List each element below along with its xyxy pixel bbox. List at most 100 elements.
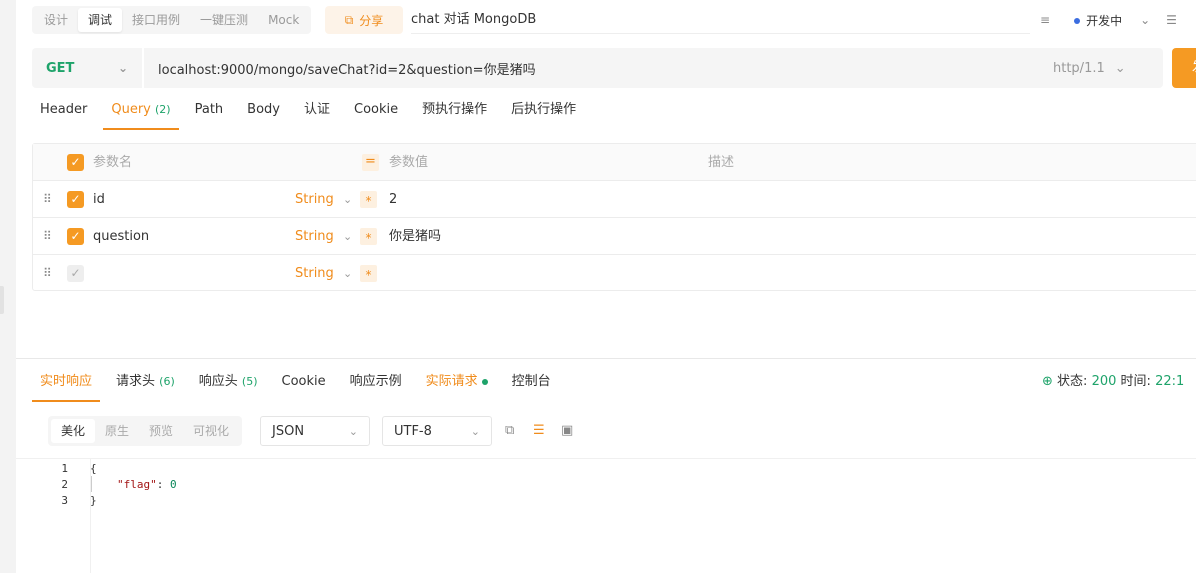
drag-handle-icon[interactable]: ⠿ bbox=[43, 192, 52, 206]
edit-lines-icon[interactable]: ≡ bbox=[1040, 13, 1050, 27]
col-description: 描述 bbox=[708, 155, 735, 170]
param-name[interactable]: question bbox=[93, 218, 149, 255]
environment-dot-icon bbox=[1074, 18, 1081, 24]
line-number: 2 bbox=[61, 478, 68, 491]
indent-guide bbox=[91, 476, 92, 492]
response-tabs: 实时响应 请求头 (6) 响应头 (5) Cookie 响应示例 实际请求 控制… bbox=[32, 364, 567, 402]
tab-request-headers-label: 请求头 bbox=[116, 374, 156, 389]
chevron-down-icon[interactable]: ⌄ bbox=[1140, 13, 1150, 27]
tab-design[interactable]: 设计 bbox=[34, 8, 78, 32]
param-type[interactable]: String bbox=[295, 181, 334, 218]
tab-stress-test[interactable]: 一键压测 bbox=[190, 8, 258, 32]
table-row: ⠿ ✓ id String ⌄ * 2 bbox=[33, 181, 1196, 218]
response-time: 22:1 bbox=[1155, 374, 1185, 389]
line-number-gutter: 1 2 3 bbox=[16, 459, 91, 573]
request-url-bar: GET ⌄ localhost:9000/mongo/saveChat?id=2… bbox=[32, 48, 1163, 88]
row-checkbox[interactable]: ✓ bbox=[67, 265, 84, 282]
tab-test-cases[interactable]: 接口用例 bbox=[122, 8, 190, 32]
http-version-select[interactable]: http/1.1 ⌄ bbox=[1053, 61, 1163, 76]
code-line: } bbox=[90, 494, 97, 507]
share-label: 分享 bbox=[359, 13, 384, 28]
select-all-checkbox[interactable]: ✓ bbox=[67, 154, 84, 171]
save-icon[interactable]: ▣ bbox=[561, 423, 573, 438]
tab-console[interactable]: 控制台 bbox=[504, 364, 559, 402]
json-value: 0 bbox=[170, 478, 177, 491]
status-code: 200 bbox=[1091, 374, 1117, 389]
wrap-lines-icon[interactable]: ☰ bbox=[533, 423, 545, 438]
http-version-label: http/1.1 bbox=[1053, 60, 1105, 76]
method-select[interactable]: GET ⌄ bbox=[32, 48, 144, 88]
tab-cookie[interactable]: Cookie bbox=[346, 92, 406, 130]
chevron-down-icon: ⌄ bbox=[1114, 60, 1126, 76]
code-line: "flag": 0 bbox=[117, 478, 177, 491]
api-name-input[interactable]: chat 对话 MongoDB bbox=[411, 6, 1030, 34]
chevron-down-icon[interactable]: ⌄ bbox=[343, 218, 352, 255]
tab-post-script[interactable]: 后执行操作 bbox=[503, 92, 584, 130]
chevron-down-icon: ⌄ bbox=[117, 61, 128, 75]
tab-body[interactable]: Body bbox=[239, 92, 288, 130]
param-type[interactable]: String bbox=[295, 255, 334, 292]
tab-cookie[interactable]: Cookie bbox=[274, 364, 334, 402]
top-right-controls: ≡ 开发中 ⌄ ☰ bbox=[1040, 6, 1177, 34]
api-debug-page: 设计 调试 接口用例 一键压测 Mock ⧉ 分享 chat 对话 MongoD… bbox=[0, 0, 1196, 573]
param-type[interactable]: String bbox=[295, 218, 334, 255]
format-tabs: 美化 原生 预览 可视化 bbox=[48, 416, 243, 446]
tab-path[interactable]: Path bbox=[187, 92, 232, 130]
tab-visualize[interactable]: 可视化 bbox=[183, 419, 239, 443]
list-menu-icon[interactable]: ☰ bbox=[1166, 13, 1177, 27]
tab-pretty[interactable]: 美化 bbox=[51, 419, 96, 443]
sidebar-resize-handle[interactable] bbox=[0, 286, 4, 314]
param-value[interactable]: 你是猪吗 bbox=[389, 218, 441, 255]
environment-selector[interactable]: 开发中 bbox=[1074, 12, 1122, 29]
tab-auth[interactable]: 认证 bbox=[296, 92, 338, 130]
tab-response-headers[interactable]: 响应头 (5) bbox=[191, 364, 266, 402]
row-checkbox[interactable]: ✓ bbox=[67, 191, 84, 208]
tab-header[interactable]: Header bbox=[32, 92, 95, 130]
required-star-icon[interactable]: * bbox=[360, 228, 377, 245]
tab-request-headers-count: (6) bbox=[159, 375, 175, 388]
url-input[interactable]: localhost:9000/mongo/saveChat?id=2&quest… bbox=[144, 59, 1053, 78]
drag-handle-icon[interactable]: ⠿ bbox=[43, 266, 52, 280]
param-tabs: Header Query (2) Path Body 认证 Cookie 预执行… bbox=[32, 92, 592, 130]
tab-mock[interactable]: Mock bbox=[258, 8, 309, 32]
drag-handle-icon[interactable]: ⠿ bbox=[43, 229, 52, 243]
format-select[interactable]: JSON ⌄ bbox=[260, 416, 370, 446]
encoding-select-value: UTF-8 bbox=[394, 423, 432, 439]
copy-icon[interactable]: ⧉ bbox=[505, 423, 514, 438]
tab-actual-request[interactable]: 实际请求 bbox=[418, 364, 496, 402]
tab-raw[interactable]: 原生 bbox=[95, 419, 139, 443]
tab-query-count: (2) bbox=[155, 103, 171, 116]
mode-tabs: 设计 调试 接口用例 一键压测 Mock bbox=[32, 6, 312, 34]
tab-preview[interactable]: 预览 bbox=[139, 419, 183, 443]
tab-debug[interactable]: 调试 bbox=[78, 8, 123, 32]
panel-divider[interactable] bbox=[16, 358, 1196, 359]
tab-actual-request-label: 实际请求 bbox=[425, 374, 478, 389]
status-label: 状态: bbox=[1057, 374, 1088, 389]
chevron-down-icon[interactable]: ⌄ bbox=[343, 255, 352, 292]
param-name[interactable]: id bbox=[93, 181, 105, 218]
row-checkbox[interactable]: ✓ bbox=[67, 228, 84, 245]
bulk-edit-icon[interactable]: = bbox=[362, 154, 379, 171]
tab-request-headers[interactable]: 请求头 (6) bbox=[108, 364, 183, 402]
response-status: ⊕ 状态: 200 时间: 22:1 bbox=[1042, 364, 1184, 402]
tab-response-headers-label: 响应头 bbox=[198, 374, 238, 389]
response-body-editor[interactable]: 1 2 3 { "flag": 0 } bbox=[16, 458, 1196, 573]
share-button[interactable]: ⧉ 分享 bbox=[325, 6, 403, 34]
table-header-row: ✓ 参数名 = 参数值 描述 bbox=[33, 144, 1196, 181]
tab-query[interactable]: Query (2) bbox=[103, 92, 179, 130]
globe-icon: ⊕ bbox=[1042, 374, 1053, 389]
required-star-icon[interactable]: * bbox=[360, 191, 377, 208]
col-param-name: 参数名 bbox=[93, 155, 133, 170]
param-value[interactable]: 2 bbox=[389, 181, 397, 218]
environment-label: 开发中 bbox=[1086, 13, 1123, 28]
tab-pre-script[interactable]: 预执行操作 bbox=[414, 92, 495, 130]
send-button[interactable]: 发 bbox=[1172, 48, 1196, 88]
chevron-down-icon[interactable]: ⌄ bbox=[343, 181, 352, 218]
tab-realtime-response[interactable]: 实时响应 bbox=[32, 364, 101, 402]
tab-query-label: Query bbox=[111, 102, 151, 117]
format-select-value: JSON bbox=[272, 423, 305, 439]
tab-response-example[interactable]: 响应示例 bbox=[342, 364, 410, 402]
encoding-select[interactable]: UTF-8 ⌄ bbox=[382, 416, 492, 446]
chevron-down-icon: ⌄ bbox=[348, 424, 358, 438]
required-star-icon[interactable]: * bbox=[360, 265, 377, 282]
